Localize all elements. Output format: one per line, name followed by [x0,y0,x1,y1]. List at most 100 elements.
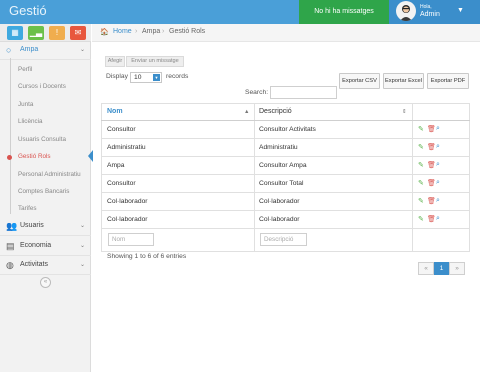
row-divider [101,138,470,139]
sidebar-item-cursos[interactable]: Cursos i Docents [18,83,66,90]
chevron-down-icon: ⌄ [79,262,85,268]
sidebar-menu-label: Usuaris [20,222,44,229]
page-length-select[interactable]: 10 ▼ [130,72,162,83]
sidebar-menu-activitats[interactable]: ◍ Activitats ⌄ [0,257,91,275]
chart-icon: ▤ [6,241,15,251]
sidebar [0,24,91,372]
row-divider [101,174,470,175]
row-divider [101,192,470,193]
send-message-button[interactable]: Enviar un missatge [126,56,184,67]
chart-icon[interactable]: ▁▃ [28,26,44,40]
pagination-prev[interactable]: « [418,262,434,275]
sidebar-item-personal-administratiu[interactable]: Personal Administratiu [18,171,81,178]
sort-asc-icon[interactable]: ▲ [244,109,249,115]
sidebar-item-tarifes[interactable]: Tarifes [18,205,37,212]
breadcrumb-section[interactable]: Ampa [142,28,160,35]
collapse-sidebar-icon[interactable]: « [40,277,51,288]
search-input[interactable] [270,86,337,99]
cell-nom: Consultor [107,180,136,187]
calendar-icon[interactable]: ▦ [7,26,23,40]
header-divider [101,120,470,121]
edit-icon[interactable]: ✎ [418,215,424,223]
search-icon[interactable]: ⌕ [436,143,440,151]
column-divider [412,103,413,252]
column-header-nom[interactable]: Nom [107,108,123,115]
edit-icon[interactable]: ✎ [418,161,424,169]
sidebar-item-usuaris-consulta[interactable]: Usuaris Consulta [18,136,66,143]
notifications-badge[interactable]: No hi ha missatges pendents [299,0,389,39]
avatar[interactable] [396,1,416,21]
edit-icon[interactable]: ✎ [418,179,424,187]
app-title[interactable]: Gestió [9,3,47,18]
sidebar-item-llicencia[interactable]: Llicència [18,118,43,125]
users-icon: 👥 [6,221,18,231]
cell-descripcio: Consultor Activitats [259,126,316,133]
alert-icon[interactable]: ! [49,26,65,40]
chevron-down-icon: ▼ [153,74,160,81]
sidebar-menu-usuaris[interactable]: 👥 Usuaris ⌄ [0,218,91,236]
user-name[interactable]: Admin [420,11,440,18]
sidebar-item-comptes-bancaris[interactable]: Comptes Bancaris [18,188,69,195]
sidebar-menu-label: Activitats [20,261,49,268]
row-divider [101,210,470,211]
records-label: records [166,73,189,80]
submenu-line [10,58,11,214]
row-divider [101,228,470,229]
search-icon[interactable]: ⌕ [436,197,440,205]
active-indicator [88,150,93,162]
showing-entries: Showing 1 to 6 of 6 entries [107,253,187,260]
sidebar-item-gestio-rols[interactable]: Gestió Rols [18,153,51,160]
delete-icon[interactable]: 🗑 [427,161,436,169]
delete-icon[interactable]: 🗑 [427,197,436,205]
edit-icon[interactable]: ✎ [418,143,424,151]
filter-descripcio-input[interactable]: Descripció [260,233,307,246]
cell-nom: Administratiu [107,144,146,151]
search-icon[interactable]: ⌕ [436,161,440,169]
column-divider [254,103,255,252]
cell-nom: Ampa [107,162,125,169]
user-greeting: Hola, [420,4,432,10]
display-label: Display [106,73,128,80]
search-icon[interactable]: ⌕ [436,215,440,223]
edit-icon[interactable]: ✎ [418,197,424,205]
sidebar-menu-economia[interactable]: ▤ Economia ⌄ [0,238,91,256]
sidebar-item-perfil[interactable]: Perfil [18,66,32,73]
chevron-down-icon: ⌄ [79,47,85,53]
globe-icon: ◍ [6,260,14,270]
message-icon[interactable]: ✉ [70,26,86,40]
export-csv-button[interactable]: Exportar CSV [339,73,380,89]
delete-icon[interactable]: 🗑 [427,143,436,151]
pagination-page-1[interactable]: 1 [434,262,449,275]
delete-icon[interactable]: 🗑 [427,125,436,133]
home-icon[interactable]: 🏠 [100,28,109,36]
column-header-descripcio[interactable]: Descripció [259,108,292,115]
sidebar-menu-label: Economia [20,242,52,249]
cell-descripcio: Col·laborador [259,216,300,223]
filter-nom-input[interactable]: Nom [108,233,154,246]
cell-nom: Consultor [107,126,136,133]
breadcrumb-home[interactable]: Home [113,28,132,35]
export-pdf-button[interactable]: Exportar PDF [427,73,469,89]
chevron-down-icon: ⌄ [79,243,85,249]
search-icon[interactable]: ⌕ [436,125,440,133]
cell-nom: Col·laborador [107,198,148,205]
active-dot [7,155,12,160]
add-button[interactable]: Afegir [105,56,125,67]
delete-icon[interactable]: 🗑 [427,179,436,187]
delete-icon[interactable]: 🗑 [427,215,436,223]
sidebar-item-junta[interactable]: Junta [18,101,33,108]
sidebar-menu-label: Ampa [20,46,39,53]
sidebar-menu-ampa[interactable]: ○ Ampa ⌄ [0,42,91,60]
row-divider [101,156,470,157]
cell-descripcio: Consultor Ampa [259,162,307,169]
cell-nom: Col·laborador [107,216,148,223]
sort-icon[interactable]: ⇕ [402,109,407,115]
breadcrumb-current: Gestió Rols [169,28,206,35]
chevron-down-icon: ⌄ [79,223,85,229]
search-icon[interactable]: ⌕ [436,179,440,187]
page-length-value: 10 [134,74,142,81]
edit-icon[interactable]: ✎ [418,125,424,133]
caret-down-icon[interactable]: ▼ [457,7,464,14]
export-excel-button[interactable]: Exportar Excel [383,73,424,89]
pagination-next[interactable]: » [449,262,465,275]
